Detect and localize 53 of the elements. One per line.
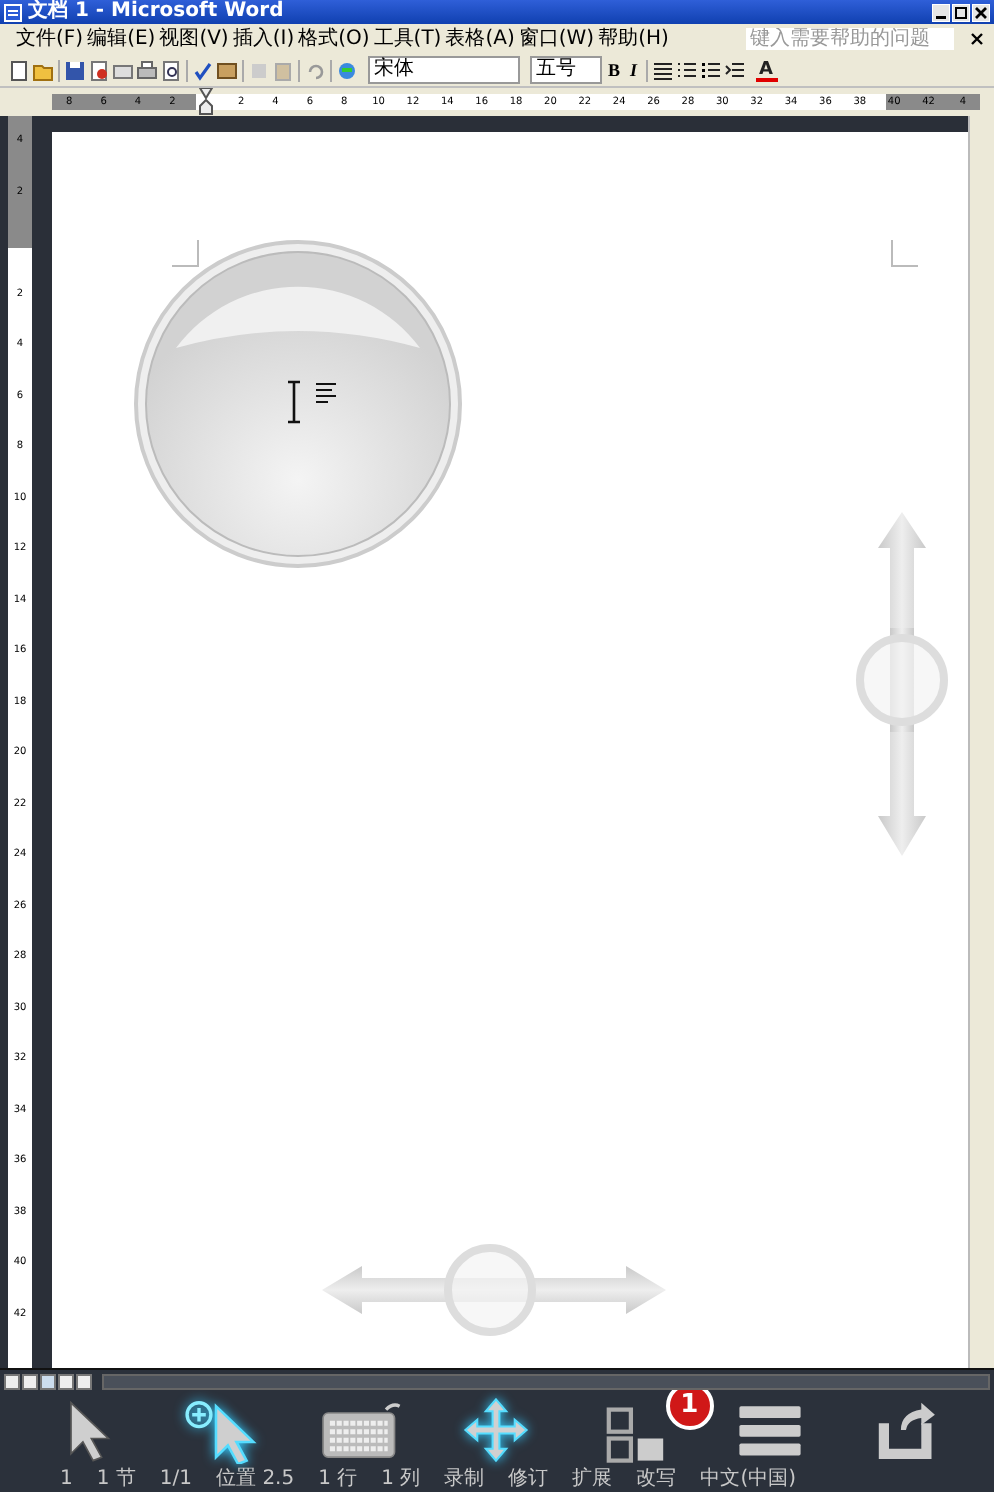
margin-corner-icon (172, 240, 200, 268)
spelling-icon[interactable] (192, 59, 214, 81)
numbered-list-icon[interactable] (675, 59, 698, 81)
scrollbar[interactable] (968, 116, 994, 1368)
bold-button[interactable]: B (604, 58, 625, 82)
menu-item[interactable]: 格式(O) (298, 26, 370, 52)
print-preview-icon[interactable] (160, 59, 182, 81)
status-text: 扩展 (572, 1468, 613, 1492)
menu-item[interactable]: 表格(A) (445, 26, 515, 52)
status-text: 1 节 (96, 1468, 136, 1492)
menu-item[interactable]: 文件(F) (16, 26, 84, 52)
view-normal-icon[interactable] (4, 1373, 20, 1389)
bullet-list-icon[interactable] (699, 59, 722, 81)
status-text: 1 (60, 1468, 73, 1492)
status-text: 位置 2.5 (216, 1468, 295, 1492)
font-color-button[interactable]: A (755, 58, 777, 82)
view-reading-icon[interactable] (76, 1373, 92, 1389)
menu-item[interactable]: 工具(T) (373, 26, 442, 52)
vertical-scroll-control-icon (854, 508, 950, 860)
close-icon[interactable] (970, 32, 984, 46)
minimize-button[interactable] (932, 3, 950, 21)
status-text: 1/1 (159, 1468, 193, 1492)
view-outline-icon[interactable] (58, 1373, 74, 1389)
menu-item[interactable]: 窗口(W) (518, 26, 595, 52)
font-name-field[interactable]: 宋体 (368, 56, 520, 84)
menu-item[interactable]: 视图(V) (159, 26, 229, 52)
status-text: 录制 (444, 1468, 485, 1492)
menu-item[interactable]: 插入(I) (232, 26, 295, 52)
status-text: 改写 (636, 1468, 677, 1492)
view-web-icon[interactable] (22, 1373, 38, 1389)
status-text: 1 列 (381, 1468, 421, 1492)
word-icon (4, 3, 22, 21)
status-text: 1 行 (318, 1468, 358, 1492)
move-icon[interactable] (462, 1395, 531, 1463)
status-text: 修订 (508, 1468, 549, 1492)
align-icon[interactable] (651, 59, 674, 81)
menu-item[interactable]: 帮助(H) (598, 26, 669, 52)
menu-item[interactable]: 编辑(E) (87, 26, 156, 52)
restore-button[interactable] (952, 3, 970, 21)
indent-marker-icon[interactable] (198, 88, 215, 116)
font-size-field[interactable]: 五号 (530, 56, 602, 84)
view-print-icon[interactable] (40, 1373, 56, 1389)
save-icon[interactable] (64, 59, 86, 81)
status-text: 中文(中国) (700, 1468, 797, 1492)
open-folder-icon[interactable] (32, 59, 54, 81)
italic-button[interactable]: I (626, 58, 642, 82)
indent-icon[interactable] (723, 59, 746, 81)
horizontal-scroll-control-icon (318, 1242, 670, 1338)
close-button[interactable] (972, 3, 990, 21)
margin-corner-icon (890, 240, 918, 268)
print-icon[interactable] (136, 59, 158, 81)
new-document-icon[interactable] (8, 59, 30, 81)
help-search-field[interactable]: 键入需要帮助的问题 (746, 28, 954, 50)
